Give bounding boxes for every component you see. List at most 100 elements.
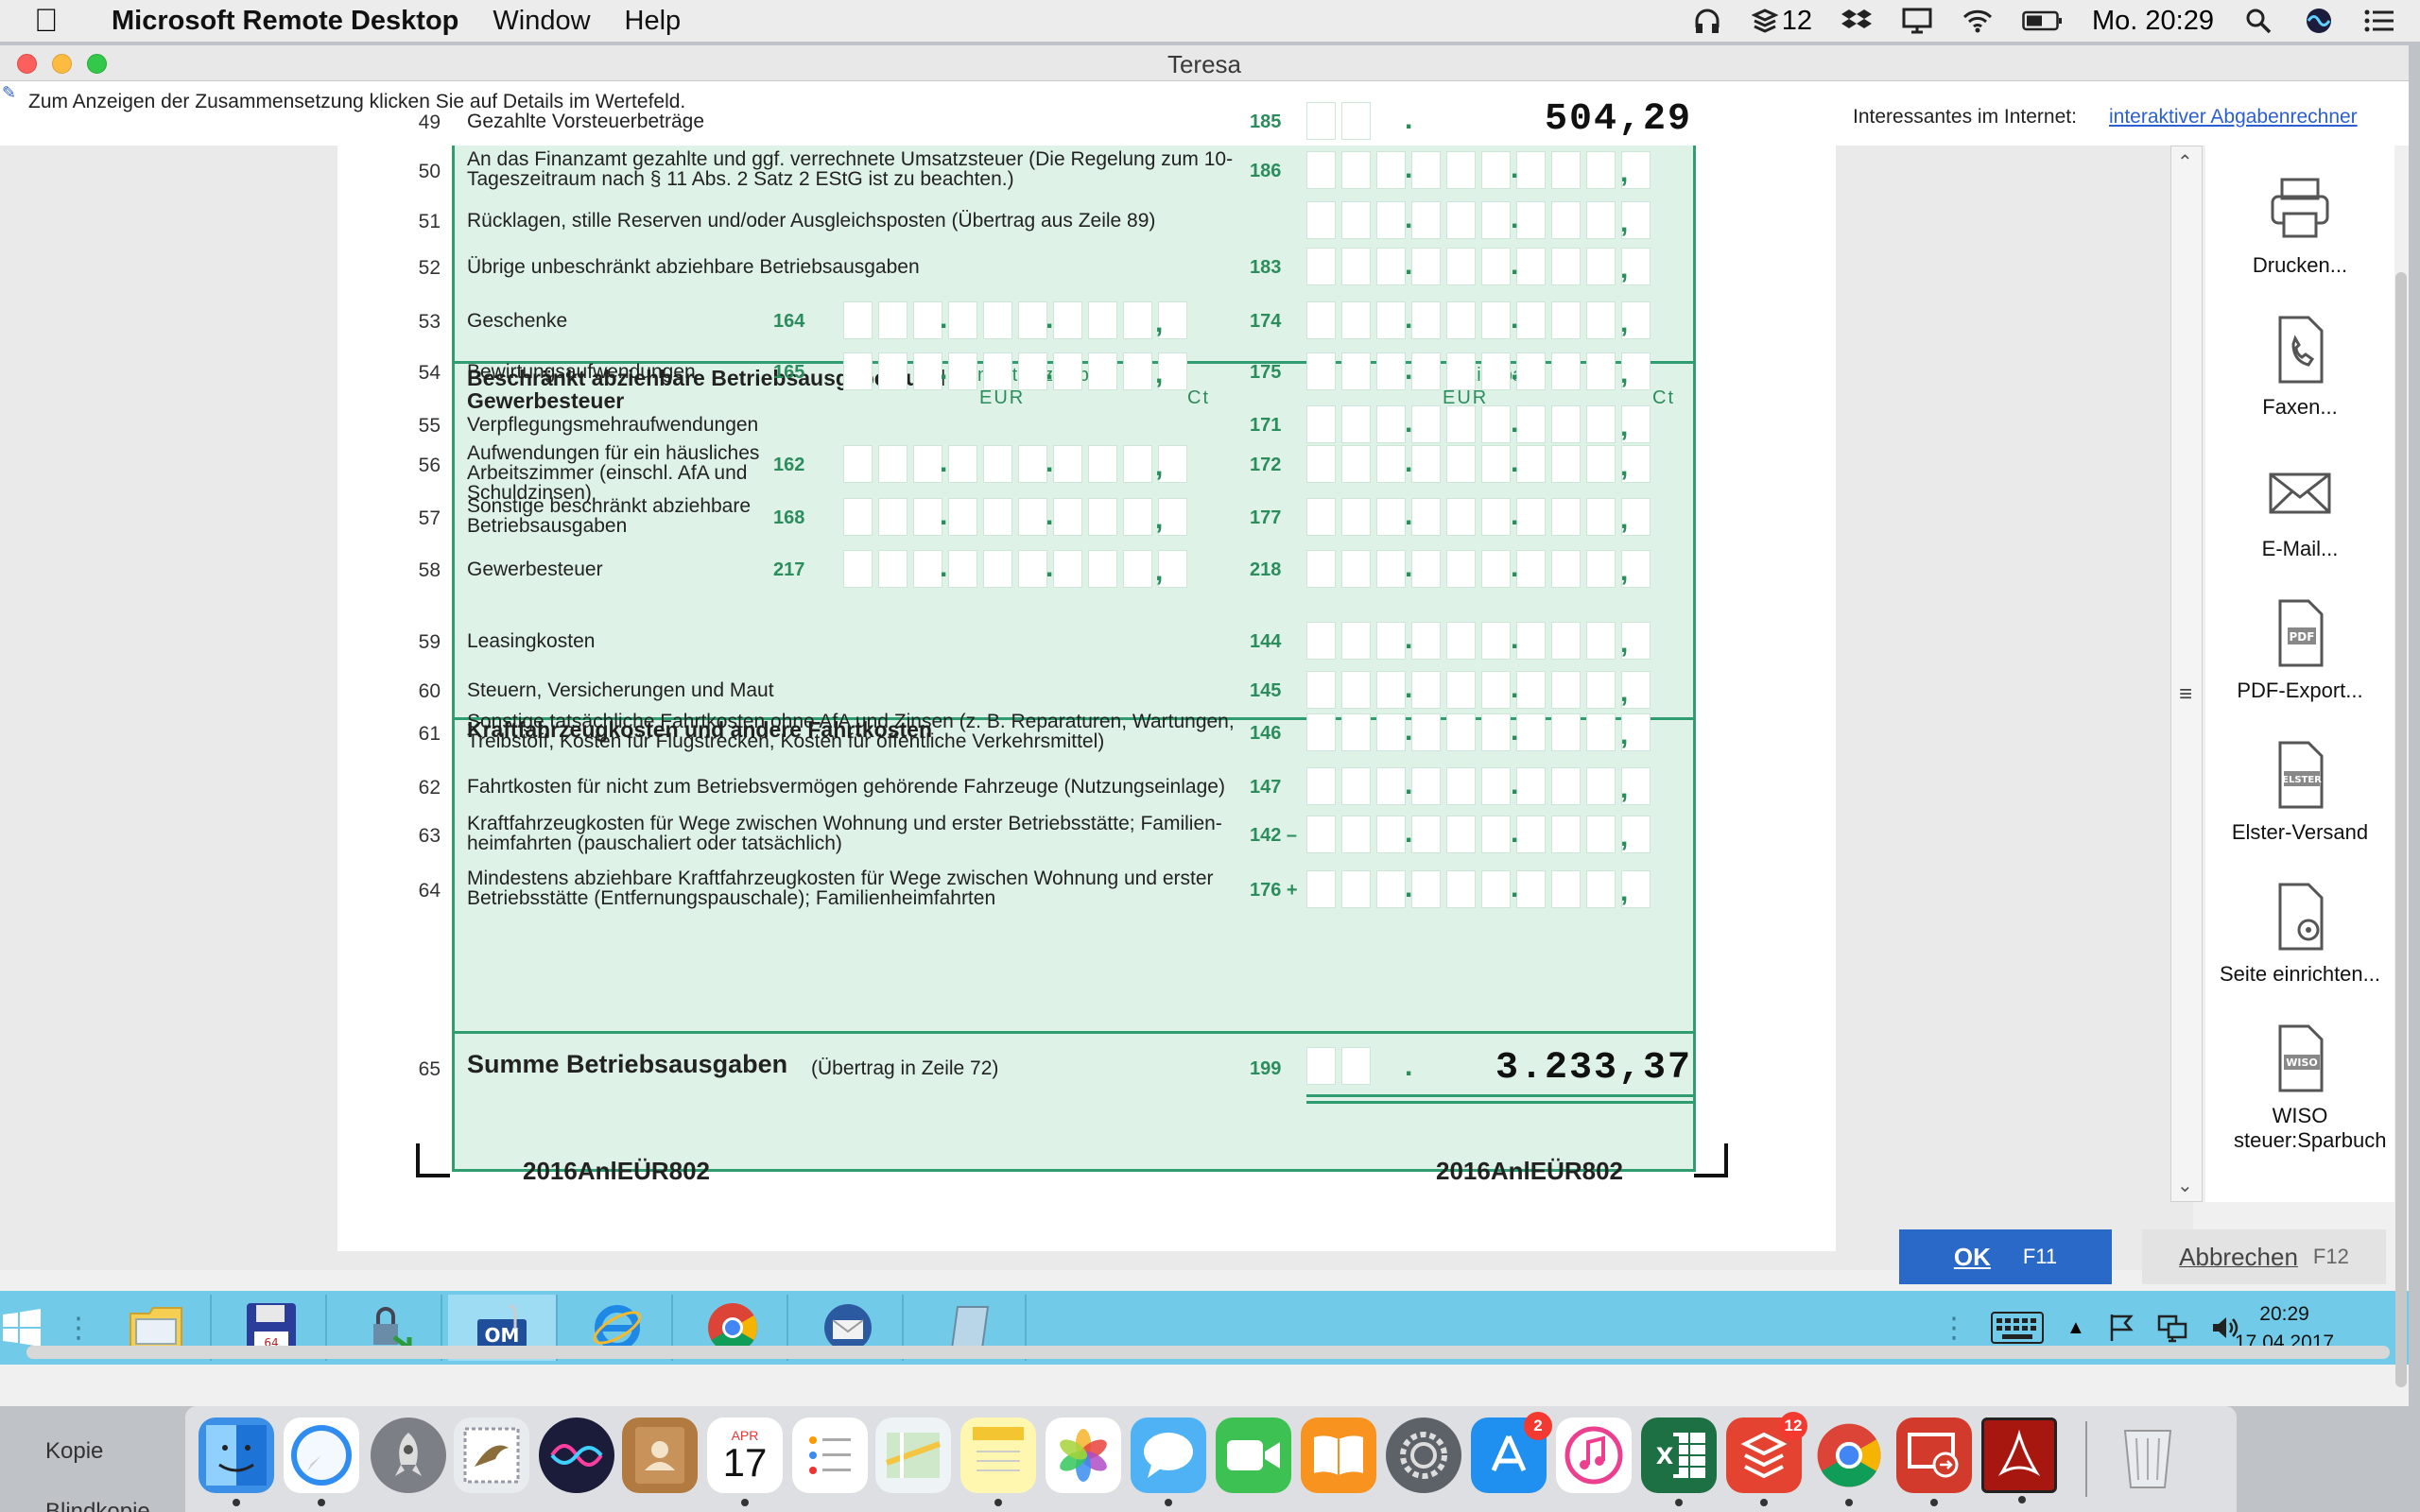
nicht-abziehbar-input-cells[interactable] [843, 550, 1187, 588]
dock-acrobat[interactable] [1981, 1418, 2057, 1503]
abziehbar-input-cells[interactable] [1306, 622, 1651, 660]
keyboard-icon[interactable] [1991, 1312, 2044, 1344]
digit-separator: . [1046, 447, 1054, 478]
show-hidden-icons-icon[interactable]: ▲ [2066, 1317, 2085, 1339]
nicht-abziehbar-input-cells[interactable] [843, 301, 1187, 339]
sidebar-item-elster[interactable]: ELSTER Elster-Versand [2205, 737, 2394, 845]
dock-remote-desktop[interactable] [1896, 1418, 1972, 1506]
todoist-menubar-icon[interactable]: 12 [1751, 6, 1812, 36]
dock-chrome[interactable] [1811, 1418, 1887, 1506]
nicht-abziehbar-input-cells[interactable] [843, 498, 1187, 536]
dock-trash[interactable] [2110, 1418, 2186, 1493]
digit-separator: . [1405, 769, 1413, 800]
desktop-item-label[interactable]: Blindkopie [45, 1499, 150, 1512]
dock-reminders[interactable] [792, 1418, 868, 1493]
desktop-item-label[interactable]: Kopie [45, 1438, 103, 1465]
ok-button-label: OK [1953, 1242, 1991, 1271]
abziehbar-input-cells[interactable] [1306, 671, 1651, 709]
scrollbar-grip[interactable]: ≡ [2175, 681, 2196, 719]
network-icon[interactable] [2157, 1313, 2187, 1343]
code-abziehbar: 218 [1250, 559, 1282, 580]
form-row-64: 64 Mindestens abziehbare Kraftfahrzeugkos… [0, 867, 1758, 912]
dock-ibooks[interactable] [1301, 1418, 1376, 1493]
abziehbar-input-cells[interactable] [1306, 713, 1651, 751]
abziehbar-input-cells[interactable] [1306, 405, 1651, 443]
sidebar-item-pdf-export[interactable]: PDF PDF-Export... [2205, 595, 2394, 703]
window-vertical-scrollbar[interactable] [2395, 272, 2407, 1387]
scroll-up-icon[interactable]: ⌃ [2177, 150, 2193, 174]
dock-itunes[interactable] [1556, 1418, 1632, 1493]
menubar-clock[interactable]: Mo. 20:29 [2092, 6, 2214, 37]
abziehbar-input-cells[interactable] [1306, 767, 1651, 805]
digit-separator: . [940, 447, 948, 478]
abziehbar-input-cells[interactable] [1306, 816, 1651, 853]
siri-icon[interactable] [2303, 7, 2335, 35]
dock-photos[interactable] [1046, 1418, 1121, 1493]
sidebar-item-drucken[interactable]: Drucken... [2205, 170, 2394, 278]
dock-calendar[interactable]: APR 17 [707, 1418, 783, 1506]
nicht-abziehbar-input-cells[interactable] [843, 445, 1187, 483]
digit-separator: . [1405, 1051, 1413, 1082]
code-abziehbar: 172 [1250, 455, 1282, 475]
dock-contacts[interactable] [622, 1418, 698, 1493]
dock-safari[interactable] [284, 1418, 359, 1506]
horizontal-scrollbar[interactable] [26, 1346, 2390, 1359]
dock-mail-stamp[interactable] [454, 1418, 529, 1493]
dock-messages[interactable] [1131, 1418, 1206, 1506]
dock-notes[interactable] [960, 1418, 1036, 1506]
sidebar-item-faxen[interactable]: Faxen... [2205, 312, 2394, 420]
menu-window[interactable]: Window [493, 6, 590, 37]
spotlight-search-icon[interactable] [2242, 7, 2274, 35]
dock-finder[interactable] [199, 1418, 274, 1506]
abziehbar-input-cells[interactable] [1306, 550, 1651, 588]
apple-menu-icon[interactable]:  [34, 3, 76, 40]
digit-separator: . [940, 500, 948, 531]
dock-siri[interactable] [539, 1418, 614, 1493]
pdf-file-icon: PDF [2278, 599, 2324, 667]
dock-todoist[interactable]: 12 [1726, 1412, 1807, 1506]
sidebar-item-seite-einrichten[interactable]: Seite einrichten... [2205, 879, 2394, 987]
abziehbar-input-cells[interactable] [1306, 301, 1651, 339]
dock-system-preferences[interactable] [1386, 1418, 1461, 1493]
abziehbar-input-cells[interactable] [1306, 870, 1651, 908]
abziehbar-input-cells[interactable] [1306, 102, 1371, 140]
ok-button[interactable]: OK F11 [1899, 1229, 2112, 1284]
menu-help[interactable]: Help [625, 6, 682, 37]
digit-separator: , [1620, 253, 1629, 284]
abziehbar-input-cells[interactable] [1306, 151, 1651, 189]
sum-value[interactable]: 3.233,37 [1495, 1047, 1692, 1090]
cancel-button[interactable]: Abbrechen F12 [2142, 1229, 2386, 1284]
flag-icon[interactable] [2108, 1313, 2135, 1343]
row-value[interactable]: 504,29 [1545, 98, 1692, 141]
menu-app-name[interactable]: Microsoft Remote Desktop [112, 6, 458, 37]
dropbox-icon[interactable] [1841, 7, 1873, 35]
display-icon[interactable] [1901, 7, 1933, 35]
abgabenrechner-link[interactable]: interaktiver Abgabenrechner [2109, 106, 2358, 129]
abziehbar-input-cells[interactable] [1306, 201, 1651, 239]
headphones-icon[interactable] [1691, 7, 1723, 35]
dock-app-store[interactable]: 2 [1471, 1412, 1552, 1493]
abziehbar-input-cells[interactable] [1306, 445, 1651, 483]
sidebar-item-wiso[interactable]: WISO WISO steuer:Sparbuch [2205, 1021, 2394, 1153]
remote-desktop-icon [1908, 1433, 1959, 1478]
svg-text:ELSTER: ELSTER [2282, 775, 2322, 785]
form-row-57: 57 Sonstige beschränkt abziehbare Betrieb… [0, 494, 1758, 540]
notification-center-icon[interactable] [2363, 7, 2395, 35]
battery-icon[interactable] [2022, 7, 2064, 35]
abziehbar-input-cells[interactable] [1306, 248, 1651, 285]
dock-excel[interactable]: X [1641, 1418, 1717, 1506]
sum-input-cells[interactable] [1306, 1047, 1371, 1085]
dock-facetime[interactable]: 2 [1216, 1418, 1291, 1493]
dock-maps[interactable] [875, 1418, 951, 1493]
wifi-icon[interactable] [1962, 7, 1994, 35]
digit-separator: . [1405, 447, 1413, 478]
nicht-abziehbar-input-cells[interactable] [843, 352, 1187, 390]
dock-launchpad[interactable] [371, 1418, 446, 1493]
abziehbar-input-cells[interactable] [1306, 352, 1651, 390]
vertical-scrollbar[interactable]: ⌃ ≡ ⌄ [2170, 146, 2203, 1202]
digit-separator: . [1405, 354, 1413, 386]
scroll-down-icon[interactable]: ⌄ [2177, 1174, 2193, 1197]
abziehbar-input-cells[interactable] [1306, 498, 1651, 536]
sidebar-item-email[interactable]: E-Mail... [2205, 454, 2394, 561]
digit-separator: . [1405, 624, 1413, 655]
